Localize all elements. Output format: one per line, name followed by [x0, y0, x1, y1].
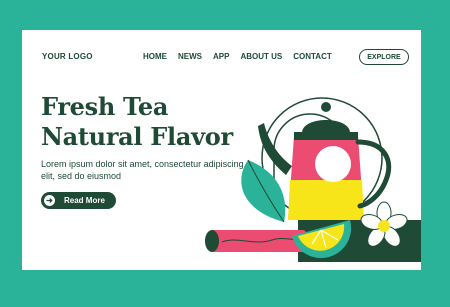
read-more-label: Read More [64, 196, 105, 205]
nav-about-us[interactable]: ABOUT US [240, 52, 282, 61]
teapot-lid [302, 120, 350, 132]
hero-title-line1: Fresh Tea [41, 92, 169, 121]
site-logo[interactable]: YOUR LOGO [42, 52, 93, 61]
nav-home[interactable]: HOME [143, 52, 167, 61]
nav-news[interactable]: NEWS [178, 52, 202, 61]
nav-contact[interactable]: CONTACT [293, 52, 332, 61]
explore-button[interactable]: EXPLORE [359, 49, 409, 65]
landing-card: YOUR LOGO HOME NEWS APP ABOUT US CONTACT… [22, 30, 421, 270]
arrow-right-icon: ➜ [44, 195, 55, 206]
read-more-button[interactable]: ➜ Read More [41, 192, 116, 209]
hero-description: Lorem ipsum dolor sit amet, consectetur … [41, 159, 244, 181]
main-nav: HOME NEWS APP ABOUT US CONTACT [143, 52, 332, 61]
hero-title: Fresh Tea Natural Flavor [41, 92, 233, 152]
hero-title-line2: Natural Flavor [41, 122, 233, 151]
nav-app[interactable]: APP [213, 52, 229, 61]
tea-leaf [241, 160, 286, 222]
